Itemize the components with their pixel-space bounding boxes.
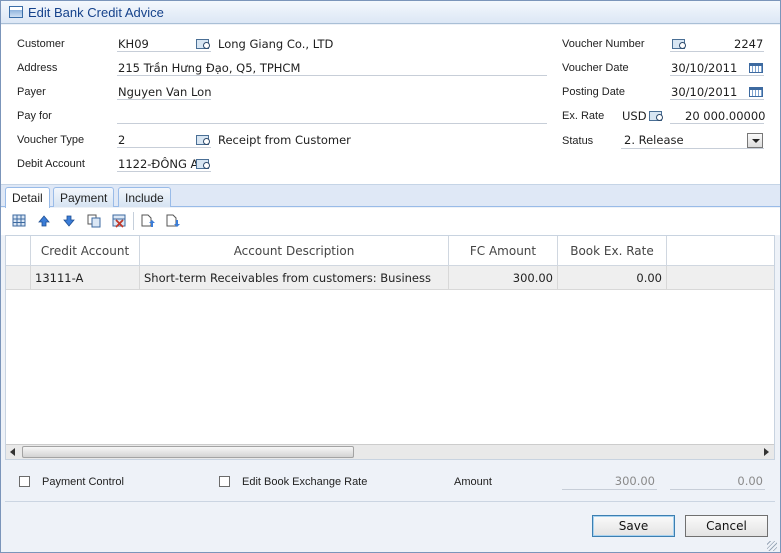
customer-code-field[interactable]: KH09	[118, 37, 149, 51]
column-header-credit-account[interactable]: Credit Account	[31, 236, 140, 266]
insert-after-icon[interactable]	[166, 214, 180, 228]
address-field[interactable]: 215 Trần Hưng Đạo, Q5, TPHCM	[118, 61, 300, 75]
tab-payment[interactable]: Payment	[53, 187, 115, 207]
address-label: Address	[17, 62, 58, 74]
row-indicator[interactable]	[6, 266, 31, 290]
payer-field[interactable]: Nguyen Van Lon	[118, 85, 212, 99]
scrollbar-thumb[interactable]	[22, 446, 354, 458]
voucher-date-calendar-icon[interactable]	[749, 63, 763, 73]
amount-label: Amount	[454, 476, 492, 488]
voucher-type-name: Receipt from Customer	[218, 133, 351, 147]
save-button[interactable]: Save	[592, 515, 675, 537]
scroll-right-icon[interactable]	[759, 445, 774, 459]
footer-divider	[5, 501, 775, 502]
voucher-date-field[interactable]: 30/10/2011	[671, 61, 737, 75]
grid-header: Credit Account Account Description FC Am…	[6, 236, 774, 266]
chevron-down-icon[interactable]	[747, 133, 763, 148]
voucher-number-lookup-icon[interactable]	[672, 38, 686, 49]
grid-new-row-icon[interactable]	[12, 214, 26, 228]
voucher-type-lookup-icon[interactable]	[196, 134, 210, 145]
pay-for-underline	[117, 123, 547, 124]
scroll-left-icon[interactable]	[6, 445, 21, 459]
tab-detail[interactable]: Detail	[5, 187, 50, 208]
posting-date-calendar-icon[interactable]	[749, 87, 763, 97]
customer-lookup-icon[interactable]	[196, 38, 210, 49]
posting-date-underline	[670, 99, 764, 100]
fc-amount-cell[interactable]: 300.00	[449, 266, 558, 290]
tab-include[interactable]: Include	[118, 187, 171, 207]
payer-label: Payer	[17, 86, 46, 98]
voucher-date-label: Voucher Date	[562, 62, 629, 74]
grid-toolbar	[1, 208, 780, 235]
voucher-type-label: Voucher Type	[17, 134, 85, 146]
delete-row-icon[interactable]	[112, 214, 126, 228]
payer-underline	[117, 99, 211, 100]
debit-account-field[interactable]: 1122-ĐÔNG A	[118, 157, 198, 171]
voucher-type-code-field[interactable]: 2	[118, 133, 125, 147]
form-window-icon	[9, 6, 23, 18]
ex-rate-label: Ex. Rate	[562, 110, 605, 122]
book-ex-rate-cell[interactable]: 0.00	[558, 266, 667, 290]
form-footer: Payment Control Edit Book Exchange Rate …	[1, 461, 780, 552]
ex-rate-underline	[670, 123, 764, 124]
account-description-cell[interactable]: Short-term Receivables from customers: B…	[140, 266, 449, 290]
horizontal-scrollbar[interactable]	[6, 444, 774, 459]
payment-control-checkbox[interactable]	[19, 476, 30, 487]
voucher-type-underline	[117, 147, 211, 148]
posting-date-label: Posting Date	[562, 86, 625, 98]
credit-account-cell[interactable]: 13111-A	[31, 266, 140, 290]
edit-book-rate-label: Edit Book Exchange Rate	[242, 476, 368, 488]
debit-account-label: Debit Account	[17, 158, 85, 170]
column-header-book-ex-rate[interactable]: Book Ex. Rate	[558, 236, 667, 266]
amount-book-field: 0.00	[670, 474, 765, 490]
edit-book-rate-checkbox[interactable]	[219, 476, 230, 487]
window-title: Edit Bank Credit Advice	[28, 5, 164, 20]
move-down-icon[interactable]	[62, 214, 76, 228]
voucher-number-label: Voucher Number	[562, 38, 645, 50]
column-header-account-description[interactable]: Account Description	[140, 236, 449, 266]
payment-control-label: Payment Control	[42, 476, 124, 488]
voucher-number-underline	[670, 51, 764, 52]
detail-tabs: Detail Payment Include	[1, 185, 780, 208]
ex-rate-field[interactable]: 20 000.00000	[685, 109, 765, 123]
status-label: Status	[562, 135, 594, 147]
status-select[interactable]: 2. Release	[621, 132, 764, 149]
amount-fc-field: 300.00	[562, 474, 657, 490]
voucher-header-panel: Customer KH09 Long Giang Co., LTD Addres…	[1, 25, 780, 185]
resize-grip-icon[interactable]	[767, 541, 777, 551]
column-header-fc-amount[interactable]: FC Amount	[449, 236, 558, 266]
customer-code-underline	[117, 51, 211, 52]
title-bar: Edit Bank Credit Advice	[1, 1, 780, 24]
currency-lookup-icon[interactable]	[649, 110, 663, 121]
customer-name: Long Giang Co., LTD	[218, 37, 334, 51]
toolbar-separator	[133, 212, 134, 230]
copy-row-icon[interactable]	[87, 214, 101, 228]
voucher-date-underline	[670, 75, 764, 76]
move-up-icon[interactable]	[37, 214, 51, 228]
currency-field[interactable]: USD	[622, 109, 647, 123]
insert-before-icon[interactable]	[141, 214, 155, 228]
status-value: 2. Release	[624, 133, 684, 147]
row-indicator-header	[6, 236, 31, 266]
table-row[interactable]: 13111-A Short-term Receivables from cust…	[6, 266, 774, 290]
posting-date-field[interactable]: 30/10/2011	[671, 85, 737, 99]
debit-account-underline	[117, 171, 211, 172]
voucher-number-field[interactable]: 2247	[734, 37, 763, 51]
address-underline	[117, 75, 547, 76]
cancel-button[interactable]: Cancel	[685, 515, 768, 537]
bank-credit-advice-window: Edit Bank Credit Advice Customer KH09 Lo…	[0, 0, 781, 553]
credit-detail-grid: Credit Account Account Description FC Am…	[5, 235, 775, 460]
debit-account-lookup-icon[interactable]	[196, 158, 210, 169]
customer-label: Customer	[17, 38, 65, 50]
pay-for-label: Pay for	[17, 110, 52, 122]
